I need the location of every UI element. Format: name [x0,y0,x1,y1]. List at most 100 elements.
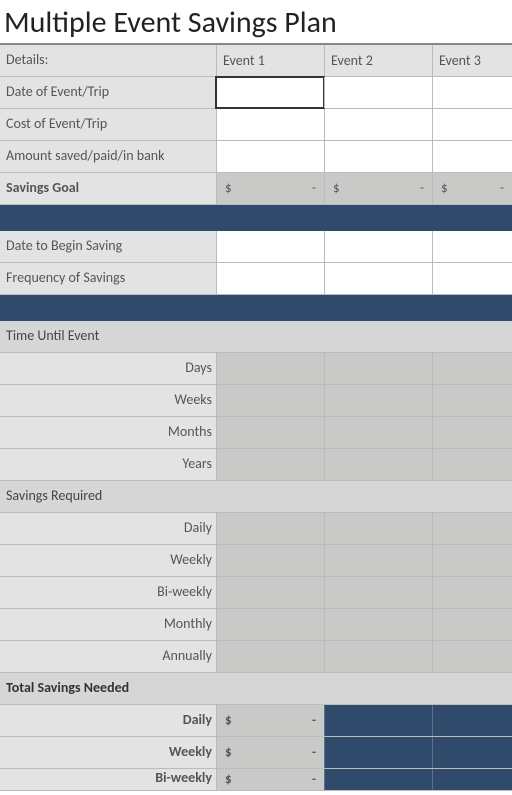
label-date-of-event: Date of Event/Trip [0,77,216,108]
cell-months-e3 [432,417,512,448]
cell-sr-monthly-e1 [216,609,324,640]
currency-display: $- [433,181,512,196]
cell-cost-event3[interactable] [432,109,512,140]
col-event3: Event 3 [432,45,512,76]
row-sr-monthly: Monthly [0,609,512,641]
cell-months-e2 [324,417,432,448]
row-sr-biweekly: Bi-weekly [0,577,512,609]
currency-display: $- [217,772,324,787]
row-weeks: Weeks [0,385,512,417]
cell-sr-daily-e3 [432,513,512,544]
cell-sr-weekly-e2 [324,545,432,576]
cell-amount-event2[interactable] [324,141,432,172]
cell-weeks-e3 [432,385,512,416]
cell-cost-event1[interactable] [216,109,324,140]
row-cost-of-event: Cost of Event/Trip [0,109,512,141]
cell-sr-annually-e1 [216,641,324,672]
label-weeks: Weeks [0,385,216,416]
cell-sr-annually-e3 [432,641,512,672]
cell-months-e1 [216,417,324,448]
cell-date-event1[interactable] [216,77,324,108]
cell-sr-biweekly-e1 [216,577,324,608]
section-time-until-event: Time Until Event [0,321,512,353]
cell-begin-event2[interactable] [324,231,432,262]
row-months: Months [0,417,512,449]
details-label: Details: [0,45,216,76]
cell-sr-monthly-e2 [324,609,432,640]
row-frequency: Frequency of Savings [0,263,512,295]
navy-separator-2 [0,295,512,321]
row-date-begin: Date to Begin Saving [0,231,512,263]
cell-days-e3 [432,353,512,384]
cell-sr-weekly-e1 [216,545,324,576]
cell-years-e2 [324,449,432,480]
row-ts-weekly: Weekly $- [0,737,512,769]
cell-amount-event3[interactable] [432,141,512,172]
row-amount-saved: Amount saved/paid/in bank [0,141,512,173]
cell-ts-biweekly-e3 [432,769,512,790]
cell-begin-event1[interactable] [216,231,324,262]
label-ts-daily: Daily [0,705,216,736]
section-savings-required: Savings Required [0,481,512,513]
cell-freq-event3[interactable] [432,263,512,294]
header-row: Details: Event 1 Event 2 Event 3 [0,45,512,77]
label-years: Years [0,449,216,480]
cell-days-e2 [324,353,432,384]
label-days: Days [0,353,216,384]
row-days: Days [0,353,512,385]
label-sr-biweekly: Bi-weekly [0,577,216,608]
cell-ts-weekly-e2 [324,737,432,768]
cell-ts-weekly-e1: $- [216,737,324,768]
cell-goal-event2: $- [324,173,432,204]
row-sr-weekly: Weekly [0,545,512,577]
cell-date-event3[interactable] [432,77,512,108]
cell-ts-daily-e2 [324,705,432,736]
cell-weeks-e2 [324,385,432,416]
row-ts-biweekly-cut: Bi-weekly $- [0,769,512,791]
label-ts-weekly: Weekly [0,737,216,768]
label-ts-biweekly: Bi-weekly [0,769,216,790]
cell-amount-event1[interactable] [216,141,324,172]
cell-cost-event2[interactable] [324,109,432,140]
label-date-begin: Date to Begin Saving [0,231,216,262]
cell-date-event2[interactable] [324,77,432,108]
cell-sr-daily-e1 [216,513,324,544]
cell-ts-weekly-e3 [432,737,512,768]
cell-sr-monthly-e3 [432,609,512,640]
currency-display: $- [325,181,432,196]
col-event2: Event 2 [324,45,432,76]
page-title: Multiple Event Savings Plan [0,0,512,45]
cell-begin-event3[interactable] [432,231,512,262]
section-total-savings: Total Savings Needed [0,673,512,705]
label-cost-of-event: Cost of Event/Trip [0,109,216,140]
row-years: Years [0,449,512,481]
cell-ts-daily-e3 [432,705,512,736]
row-ts-daily: Daily $- [0,705,512,737]
cell-days-e1 [216,353,324,384]
cell-goal-event3: $- [432,173,512,204]
cell-sr-weekly-e3 [432,545,512,576]
label-sr-monthly: Monthly [0,609,216,640]
currency-display: $- [217,713,324,728]
label-total-savings: Total Savings Needed [0,673,512,704]
label-time-section: Time Until Event [0,321,512,352]
cell-ts-daily-e1: $- [216,705,324,736]
label-frequency: Frequency of Savings [0,263,216,294]
cell-ts-biweekly-e1: $- [216,769,324,790]
row-sr-annually: Annually [0,641,512,673]
label-savings-goal: Savings Goal [0,173,216,204]
label-sr-daily: Daily [0,513,216,544]
label-sr-annually: Annually [0,641,216,672]
cell-freq-event1[interactable] [216,263,324,294]
cell-sr-biweekly-e2 [324,577,432,608]
cell-years-e1 [216,449,324,480]
cell-goal-event1: $- [216,173,324,204]
cell-ts-biweekly-e2 [324,769,432,790]
cell-freq-event2[interactable] [324,263,432,294]
cell-sr-annually-e2 [324,641,432,672]
label-sr-weekly: Weekly [0,545,216,576]
label-amount-saved: Amount saved/paid/in bank [0,141,216,172]
row-savings-goal: Savings Goal $- $- $- [0,173,512,205]
cell-sr-daily-e2 [324,513,432,544]
currency-display: $- [217,745,324,760]
